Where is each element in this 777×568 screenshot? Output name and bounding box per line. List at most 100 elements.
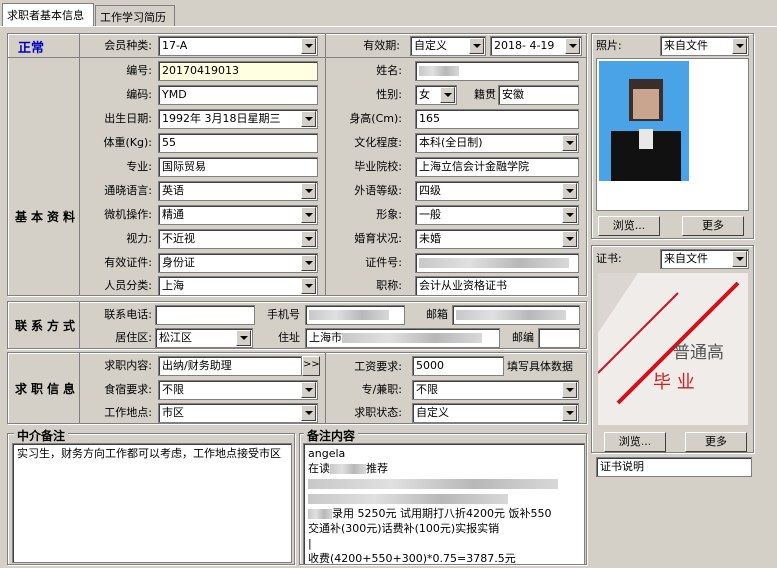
location-label: 工作地点: [104, 406, 152, 419]
photo-more-button[interactable]: 更多 [682, 216, 744, 236]
member-type-select[interactable]: 17-A [158, 36, 318, 56]
weight-label: 体重(Kg): [103, 136, 153, 149]
chevron-down-icon[interactable] [236, 330, 251, 346]
cert-source-select[interactable]: 来自文件 [660, 249, 749, 269]
board-label: 食宿要求: [104, 383, 152, 396]
language-select[interactable]: 英语 [158, 181, 318, 201]
chevron-down-icon[interactable] [562, 382, 577, 398]
cert-more-button[interactable]: 更多 [685, 432, 747, 452]
code-field[interactable]: YMD [158, 85, 318, 105]
marital-select[interactable]: 未婚 [415, 229, 579, 249]
education-label: 文化程度: [354, 136, 402, 149]
title-field[interactable]: 会计从业资格证书 [415, 276, 579, 296]
height-label: 身高(Cm): [349, 112, 402, 125]
board-select[interactable]: 不限 [158, 380, 318, 400]
computer-select[interactable]: 精通 [158, 205, 318, 225]
number-field[interactable]: 20170419013 [158, 61, 318, 81]
salary-field[interactable]: 5000 [412, 356, 504, 376]
location-select[interactable]: 市区 [158, 403, 318, 423]
computer-label: 微机操作: [104, 208, 152, 221]
image-select[interactable]: 一般 [415, 205, 579, 225]
chevron-down-icon[interactable] [301, 111, 316, 127]
chevron-down-icon[interactable] [562, 405, 577, 421]
validity-date-picker[interactable]: 2018- 4-19 [490, 36, 582, 56]
notes-line: 收费(4200+550+300)*0.75=3787.5元 [308, 552, 516, 565]
cert-image: 普通高 毕 业 [598, 273, 748, 425]
chevron-down-icon[interactable] [301, 38, 316, 54]
chevron-down-icon[interactable] [440, 87, 455, 103]
notes-line: 交通补(300元)话费补(100元)实报实销 [308, 522, 500, 535]
name-label: 姓名: [376, 64, 402, 77]
tab-divider [0, 26, 777, 27]
mobile-field[interactable] [305, 305, 405, 325]
chevron-down-icon[interactable] [301, 405, 316, 421]
code-label: 编码: [126, 88, 152, 101]
birth-date-picker[interactable]: 1992年 3月18日星期三 [158, 109, 318, 129]
school-label: 毕业院校: [354, 160, 402, 173]
chevron-down-icon[interactable] [301, 255, 316, 271]
vision-select[interactable]: 不近视 [158, 229, 318, 249]
height-field[interactable]: 165 [415, 109, 579, 129]
validity-label: 有效期: [363, 39, 400, 52]
foreign-level-select[interactable]: 四级 [415, 181, 579, 201]
notes-textarea[interactable]: angela 在读 推荐 录用 5250元 试用期打八折4200元 饭补550 交… [303, 443, 585, 565]
chevron-down-icon[interactable] [562, 207, 577, 223]
name-field[interactable] [415, 61, 579, 81]
education-select[interactable]: 本科(全日制) [415, 133, 579, 153]
cert-text-2: 毕 业 [653, 372, 695, 393]
status-label: 正常 [18, 41, 45, 56]
chevron-down-icon[interactable] [301, 231, 316, 247]
weight-field[interactable]: 55 [158, 133, 318, 153]
job-content-field[interactable]: 出纳/财务助理 [158, 356, 302, 376]
chevron-down-icon[interactable] [469, 38, 484, 54]
agent-notes-textarea[interactable]: 实习生，财务方向工作都可以考虑，工作地点接受市区 [12, 443, 292, 563]
section-basic: 基本资料 [15, 210, 80, 224]
chevron-down-icon[interactable] [732, 38, 747, 54]
job-status-label: 求职状态: [354, 406, 402, 419]
parttime-label: 专/兼职: [361, 383, 402, 396]
chevron-down-icon[interactable] [301, 183, 316, 199]
origin-field[interactable]: 安徽 [498, 85, 579, 105]
email-field[interactable] [452, 305, 580, 325]
divider [79, 33, 80, 296]
category-select[interactable]: 上海 [158, 276, 318, 296]
cert-browse-button[interactable]: 浏览... [604, 432, 666, 452]
chevron-down-icon[interactable] [301, 278, 316, 294]
zip-field[interactable] [538, 328, 580, 348]
cert-desc-field[interactable]: 证书说明 [596, 457, 752, 477]
origin-label: 籍贯 [474, 88, 496, 101]
id-type-select[interactable]: 身份证 [158, 253, 318, 273]
chevron-down-icon[interactable] [562, 135, 577, 151]
chevron-down-icon[interactable] [565, 38, 580, 54]
chevron-down-icon[interactable] [732, 251, 747, 267]
salary-label: 工资要求: [354, 360, 402, 373]
category-label: 人员分类: [104, 279, 152, 292]
tab-basic-info[interactable]: 求职者基本信息 [2, 3, 94, 27]
chevron-down-icon[interactable] [301, 382, 316, 398]
certificate-picture: 普通高 毕 业 [598, 273, 748, 425]
tab-work-history[interactable]: 工作学习简历 [95, 5, 175, 26]
chevron-down-icon[interactable] [562, 231, 577, 247]
divider [325, 33, 326, 296]
major-field[interactable]: 国际贸易 [158, 157, 318, 177]
birth-label: 出生日期: [104, 112, 152, 125]
photo-label: 照片: [596, 39, 622, 52]
chevron-down-icon[interactable] [301, 207, 316, 223]
photo-source-select[interactable]: 来自文件 [660, 36, 749, 56]
expand-button[interactable]: >> [302, 356, 320, 376]
phone-field[interactable] [155, 305, 255, 325]
school-field[interactable]: 上海立信会计金融学院 [415, 157, 579, 177]
salary-note: 填写具体数据 [507, 360, 573, 373]
address-field[interactable]: 上海市 [305, 328, 500, 348]
divider [79, 352, 80, 424]
major-label: 专业: [126, 160, 152, 173]
foreign-level-label: 外语等级: [354, 184, 402, 197]
validity-type-select[interactable]: 自定义 [410, 36, 486, 56]
parttime-select[interactable]: 不限 [412, 380, 579, 400]
gender-select[interactable]: 女 [415, 85, 457, 105]
job-status-select[interactable]: 自定义 [412, 403, 579, 423]
district-select[interactable]: 松江区 [155, 328, 253, 348]
id-no-field[interactable] [415, 253, 579, 273]
photo-browse-button[interactable]: 浏览... [598, 216, 660, 236]
chevron-down-icon[interactable] [562, 183, 577, 199]
